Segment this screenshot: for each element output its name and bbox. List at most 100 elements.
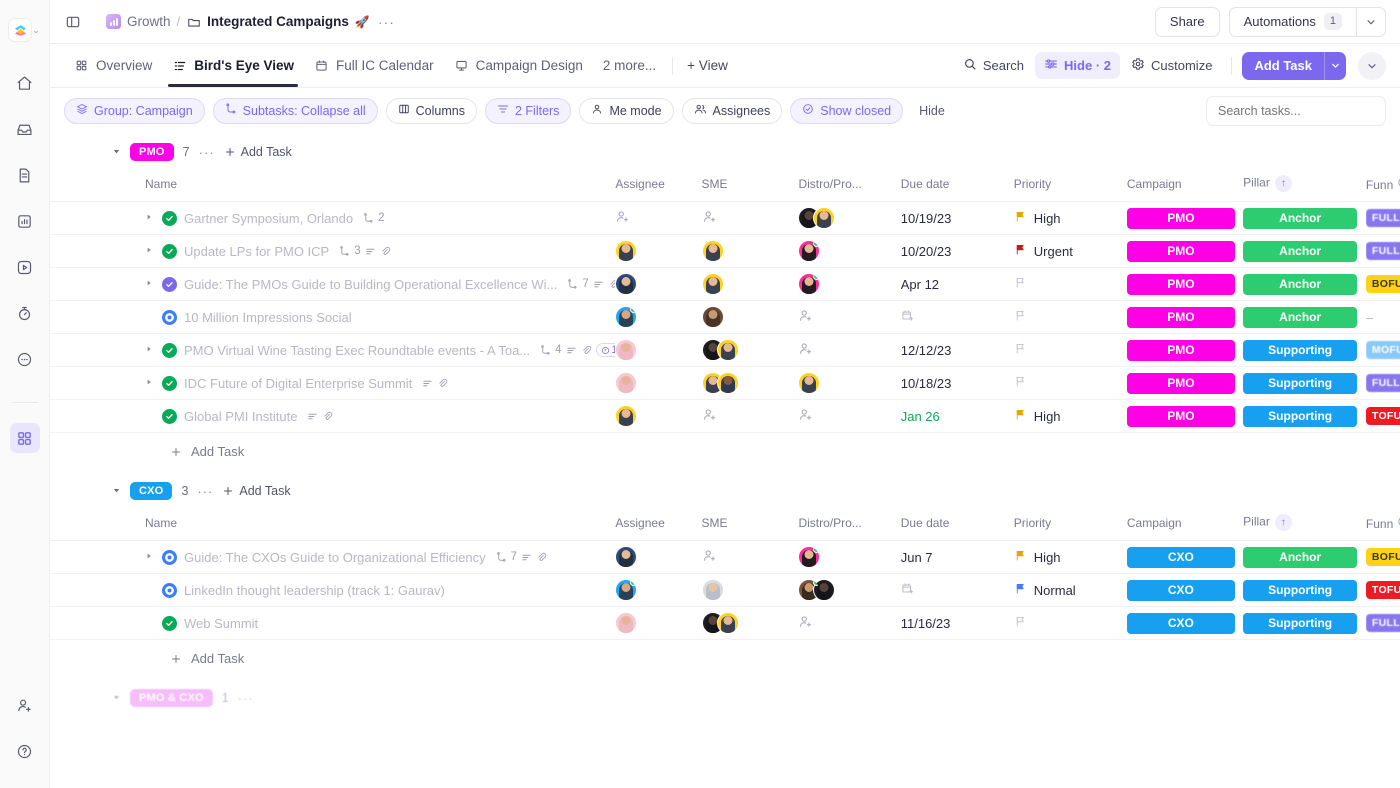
add-assignee-icon[interactable]	[798, 407, 813, 422]
assignee-cell[interactable]	[615, 366, 702, 400]
group-collapse-icon[interactable]	[112, 693, 121, 704]
add-assignee-icon[interactable]	[798, 614, 813, 629]
set-due-date-icon[interactable]	[901, 310, 914, 325]
campaign-cell[interactable]: PMO	[1126, 267, 1244, 301]
distro-cell[interactable]	[798, 540, 901, 574]
funnel-tag[interactable]: TOFU	[1365, 407, 1400, 425]
funnel-cell[interactable]: TOFU	[1365, 573, 1400, 607]
avatar-group[interactable]	[701, 612, 799, 634]
hide-filters-button[interactable]: Hide	[911, 104, 953, 118]
priority-cell[interactable]	[1013, 366, 1127, 400]
priority-cell[interactable]: Urgent	[1013, 234, 1127, 268]
funnel-tag[interactable]: TOFU	[1365, 581, 1400, 599]
group-name-badge[interactable]: CXO	[130, 482, 173, 500]
subtask-count-icon[interactable]	[339, 245, 350, 257]
avatar-group[interactable]	[701, 372, 799, 394]
row-expand-icon[interactable]	[145, 378, 155, 388]
pillar-tag[interactable]: Anchor	[1243, 546, 1358, 568]
help-icon[interactable]	[10, 736, 40, 766]
avatar[interactable]	[701, 240, 724, 262]
avatar[interactable]	[701, 579, 724, 601]
avatar[interactable]	[798, 240, 821, 262]
task-name-cell[interactable]: Guide: The CXOs Guide to Organizational …	[50, 540, 616, 574]
avatar-group[interactable]	[798, 546, 900, 568]
sme-cell[interactable]	[701, 234, 799, 268]
attachment-icon[interactable]	[322, 411, 333, 422]
avatar[interactable]	[798, 372, 821, 394]
sort-ascending-icon[interactable]: ↑	[1274, 514, 1292, 531]
column-header-distro[interactable]: Distro/Pro...	[798, 171, 901, 202]
assignee-cell[interactable]	[615, 267, 702, 301]
pillar-tag[interactable]: Supporting	[1243, 612, 1358, 634]
campaign-tag[interactable]: PMO	[1126, 240, 1235, 262]
pillar-cell[interactable]: Supporting	[1243, 606, 1366, 640]
row-expand-icon[interactable]	[145, 345, 155, 355]
avatar-group[interactable]	[798, 579, 900, 601]
priority-cell[interactable]: High	[1013, 540, 1127, 574]
description-icon[interactable]	[307, 411, 318, 422]
sidebar-item-docs[interactable]	[10, 160, 40, 190]
avatar[interactable]	[615, 306, 638, 328]
assignee-cell[interactable]	[615, 201, 702, 235]
sme-cell[interactable]	[701, 267, 799, 301]
description-icon[interactable]	[566, 345, 577, 356]
group-options-icon[interactable]: ···	[197, 484, 213, 499]
breadcrumb-current[interactable]: Integrated Campaigns 🚀	[186, 14, 370, 29]
due-date-cell[interactable]: 12/12/23	[900, 333, 1014, 367]
task-name-cell[interactable]: Global PMI Institute	[50, 399, 616, 433]
pillar-tag[interactable]: Supporting	[1243, 405, 1358, 427]
pillar-cell[interactable]: Supporting	[1243, 333, 1366, 367]
attachment-icon[interactable]	[608, 279, 616, 290]
sme-cell[interactable]	[701, 573, 799, 607]
sme-cell[interactable]	[701, 366, 799, 400]
avatar-group[interactable]	[615, 306, 701, 328]
column-header-priority[interactable]: Priority	[1013, 171, 1127, 202]
campaign-cell[interactable]: PMO	[1126, 366, 1244, 400]
status-in-progress-icon[interactable]	[162, 582, 177, 598]
avatar-group[interactable]	[615, 240, 701, 262]
funnel-tag[interactable]: MOFU	[1365, 341, 1400, 359]
distro-cell[interactable]	[798, 267, 901, 301]
avatar[interactable]	[615, 240, 638, 262]
attachment-icon[interactable]	[437, 378, 448, 389]
chip-group-campaign[interactable]: Group: Campaign	[64, 97, 205, 124]
column-header-pillar[interactable]: Pillar ↑	[1243, 510, 1366, 541]
table-row[interactable]: Gartner Symposium, Orlando 2 10/19/23 High P…	[50, 201, 1400, 235]
automations-caret-icon[interactable]	[1356, 6, 1386, 37]
due-date-cell[interactable]: 10/18/23	[900, 366, 1014, 400]
search-tasks-input[interactable]	[1206, 95, 1386, 126]
avatar[interactable]	[798, 273, 821, 295]
avatar-group[interactable]	[615, 339, 701, 361]
tabs-more-button[interactable]: 2 more...	[593, 58, 666, 73]
share-button[interactable]: Share	[1154, 6, 1220, 37]
toggle-sidebar-icon[interactable]	[60, 9, 86, 35]
row-expand-icon[interactable]	[145, 213, 155, 223]
breadcrumb-space[interactable]: Growth	[106, 14, 171, 29]
sme-cell[interactable]	[701, 540, 799, 574]
distro-cell[interactable]	[798, 234, 901, 268]
priority-cell[interactable]: Normal	[1013, 573, 1127, 607]
add-assignee-icon[interactable]	[702, 209, 717, 224]
funnel-tag[interactable]: FULL	[1365, 614, 1400, 632]
campaign-cell[interactable]: CXO	[1126, 573, 1244, 607]
sidebar-item-home[interactable]	[10, 68, 40, 98]
subtask-count-icon[interactable]	[567, 278, 578, 290]
pillar-cell[interactable]: Supporting	[1243, 399, 1366, 433]
sme-cell[interactable]	[701, 606, 799, 640]
column-header-campaign[interactable]: Campaign	[1126, 171, 1244, 202]
description-icon[interactable]	[593, 279, 604, 290]
sort-ascending-icon[interactable]: ↑	[1274, 175, 1292, 192]
avatar[interactable]	[615, 339, 638, 361]
column-header-name[interactable]: Name	[50, 510, 616, 541]
due-date-cell[interactable]: 10/19/23	[900, 201, 1014, 235]
comment-count-badge[interactable]: 1	[595, 343, 616, 357]
view-options-caret-icon[interactable]	[1358, 51, 1386, 80]
group-add-task-button[interactable]: Add Task	[224, 145, 292, 159]
due-date-cell[interactable]: 11/16/23	[900, 606, 1014, 640]
group-collapse-icon[interactable]	[112, 486, 121, 497]
subtask-count-icon[interactable]	[540, 344, 551, 356]
priority-cell[interactable]	[1013, 300, 1127, 334]
assignee-cell[interactable]	[615, 540, 702, 574]
clickup-logo-icon[interactable]	[9, 19, 32, 41]
table-row[interactable]: Global PMI Institute Jan 26 High PMO Support…	[50, 399, 1400, 433]
